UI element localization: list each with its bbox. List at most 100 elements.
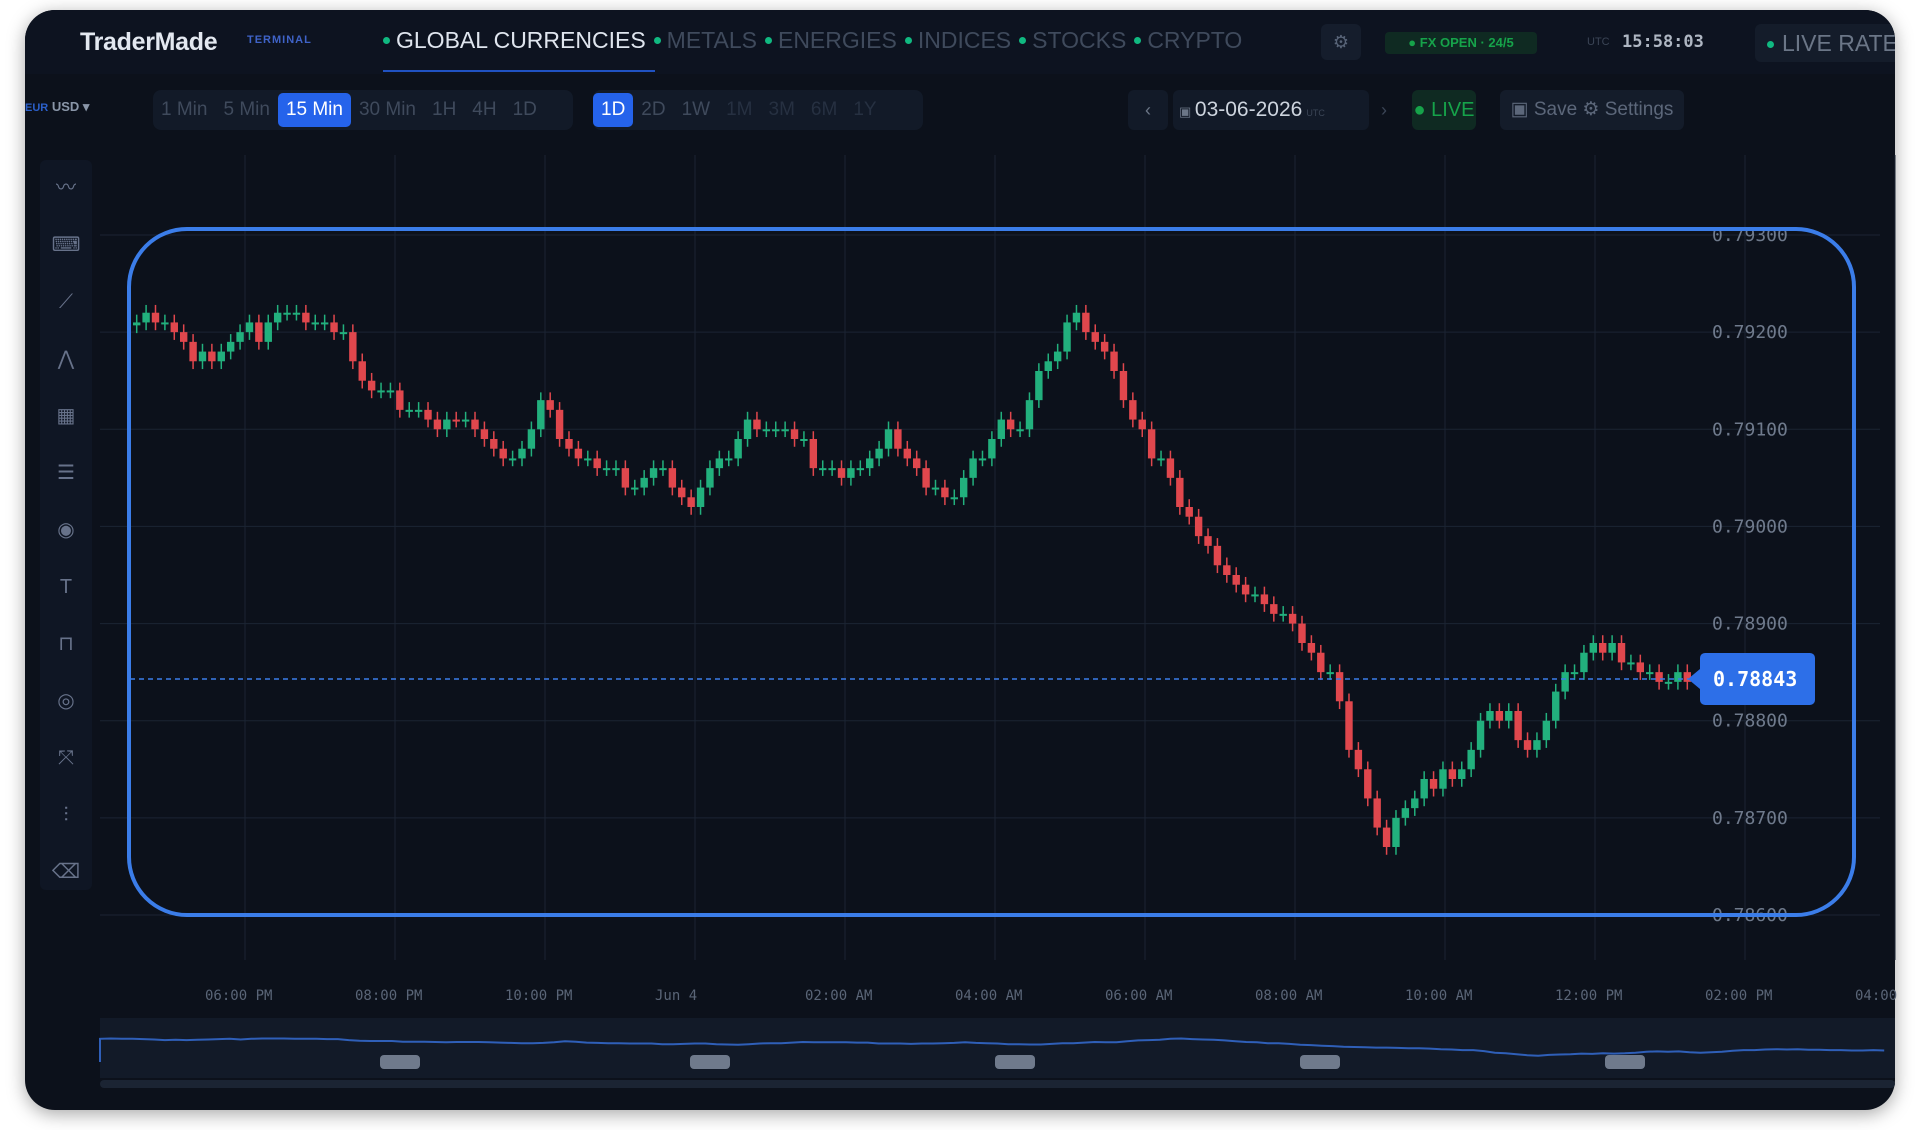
- candle: [1157, 458, 1165, 461]
- candle: [1646, 672, 1654, 675]
- candle: [1429, 779, 1438, 789]
- candle: [753, 419, 761, 430]
- candle: [273, 312, 282, 323]
- navigator-handle: [1300, 1055, 1340, 1069]
- candle: [1561, 672, 1569, 692]
- candle: [950, 497, 958, 500]
- candle: [1129, 400, 1137, 420]
- candle: [339, 332, 348, 335]
- price-chart[interactable]: 0.793000.792000.791000.790000.789000.788…: [0, 0, 1920, 1130]
- x-tick-label: 06:00 PM: [205, 988, 272, 1004]
- candle: [1627, 662, 1635, 665]
- candle: [715, 458, 724, 469]
- candle: [226, 341, 235, 352]
- y-tick-label: 0.78900: [1712, 614, 1788, 635]
- x-tick-label: 08:00 PM: [355, 988, 422, 1004]
- candle: [1674, 672, 1682, 682]
- x-tick-label: Jun 4: [655, 988, 697, 1004]
- x-tick-label: 10:00 AM: [1405, 988, 1472, 1004]
- candle: [283, 312, 291, 315]
- candle: [1298, 623, 1306, 643]
- candle: [1514, 711, 1522, 741]
- candle: [1411, 798, 1419, 809]
- candle: [659, 468, 667, 471]
- candle: [217, 351, 225, 362]
- candle: [1147, 429, 1156, 459]
- candle: [1072, 312, 1081, 323]
- candle: [696, 487, 705, 507]
- candle: [706, 468, 714, 488]
- candle: [687, 497, 695, 507]
- candle: [1354, 749, 1363, 770]
- candle: [518, 448, 526, 459]
- candle: [443, 419, 451, 430]
- candle: [969, 458, 977, 478]
- candle: [424, 409, 432, 420]
- x-tick-label: 02:00 PM: [1705, 988, 1772, 1004]
- candle: [405, 409, 413, 412]
- candle: [631, 487, 639, 490]
- y-tick-label: 0.79000: [1712, 516, 1788, 537]
- x-tick-label: 12:00 PM: [1555, 988, 1622, 1004]
- candle: [170, 322, 178, 333]
- candle: [649, 468, 658, 478]
- candle: [781, 429, 789, 432]
- x-tick-label: 08:00 AM: [1255, 988, 1322, 1004]
- candle: [311, 322, 319, 325]
- candle: [1100, 341, 1109, 352]
- candle: [1213, 545, 1222, 566]
- candle: [208, 351, 216, 362]
- candle: [264, 322, 272, 342]
- candle: [292, 312, 301, 315]
- candle: [179, 332, 188, 342]
- candle: [856, 468, 865, 471]
- candle: [302, 312, 310, 323]
- x-tick-label: 02:00 AM: [805, 988, 872, 1004]
- y-tick-label: 0.78700: [1712, 808, 1788, 829]
- last-price-label: 0.78843: [1713, 667, 1797, 691]
- navigator-handle: [995, 1055, 1035, 1069]
- candle: [1382, 827, 1391, 847]
- candle: [396, 390, 404, 410]
- candle: [537, 400, 545, 430]
- candle: [1420, 779, 1428, 799]
- candle: [1599, 643, 1607, 653]
- candle: [1476, 720, 1485, 750]
- candle: [866, 458, 874, 469]
- navigator-handle: [690, 1055, 730, 1069]
- candle: [330, 322, 338, 333]
- candle: [1241, 584, 1250, 595]
- candle: [151, 312, 160, 323]
- candle: [894, 429, 902, 449]
- candle: [612, 468, 620, 471]
- candle: [1458, 769, 1466, 779]
- candle: [809, 439, 818, 469]
- candle: [668, 468, 677, 488]
- candle: [584, 458, 592, 461]
- candle: [189, 341, 197, 362]
- candle: [847, 468, 855, 478]
- candle: [433, 419, 442, 430]
- candle: [480, 429, 489, 439]
- candle: [1016, 429, 1024, 432]
- candle: [1495, 711, 1504, 721]
- candle: [461, 419, 470, 422]
- candle: [1082, 312, 1090, 333]
- navigator-scrollbar: [100, 1080, 1895, 1088]
- candle: [565, 439, 573, 449]
- candle: [602, 468, 611, 471]
- candle: [1035, 371, 1043, 401]
- candle: [1063, 322, 1071, 352]
- candle: [1401, 808, 1410, 818]
- candle: [1279, 613, 1287, 616]
- candle: [414, 409, 423, 412]
- candle: [1523, 740, 1532, 750]
- candle: [1185, 507, 1193, 517]
- candle: [1025, 400, 1034, 430]
- candle: [1326, 672, 1334, 675]
- candle: [198, 351, 207, 362]
- candle: [1552, 691, 1560, 721]
- candle: [884, 429, 893, 449]
- candle: [734, 439, 742, 459]
- candle: [1608, 643, 1616, 653]
